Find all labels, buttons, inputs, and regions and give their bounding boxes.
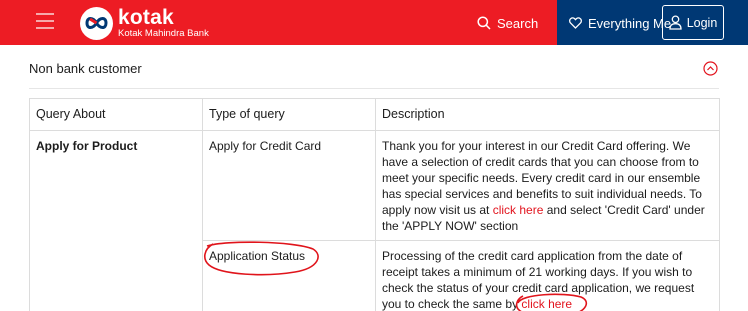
brand-name: kotak bbox=[118, 6, 174, 30]
cell-type: Apply for Credit Card bbox=[202, 130, 376, 241]
collapse-chevron-up-icon[interactable] bbox=[703, 61, 718, 76]
user-icon bbox=[669, 15, 682, 30]
header-type-of-query: Type of query bbox=[202, 98, 376, 131]
cell-type: Application Status bbox=[202, 240, 376, 311]
everything-me-button[interactable]: Everything Me bbox=[569, 13, 671, 33]
search-label: Search bbox=[497, 15, 539, 31]
heart-icon bbox=[569, 17, 582, 29]
table-header-row: Query About Type of query Description bbox=[29, 98, 720, 131]
annotated-application-status: Application Status bbox=[204, 241, 319, 276]
table-row: Apply for Product Apply for Credit Card … bbox=[29, 130, 720, 311]
brand-subtitle: Kotak Mahindra Bank bbox=[118, 28, 209, 40]
type-label: Application Status bbox=[209, 249, 306, 263]
section-title: Non bank customer bbox=[29, 61, 142, 76]
search-button[interactable]: Search bbox=[477, 13, 538, 33]
login-button[interactable]: Login bbox=[662, 5, 724, 40]
annotated-click-here: click here bbox=[516, 293, 588, 311]
section-divider bbox=[29, 88, 719, 89]
apply-click-here-link[interactable]: click here bbox=[493, 203, 544, 217]
hamburger-menu-icon[interactable] bbox=[36, 13, 54, 31]
kotak-infinity-icon bbox=[80, 6, 113, 40]
query-table: Query About Type of query Description Ap… bbox=[29, 98, 720, 311]
header-description: Description bbox=[375, 98, 720, 131]
login-label: Login bbox=[686, 15, 718, 30]
cell-description: Thank you for your interest in our Credi… bbox=[375, 130, 720, 241]
status-click-here-link[interactable]: click here bbox=[521, 297, 572, 311]
kotak-logo[interactable]: kotak Kotak Mahindra Bank bbox=[80, 6, 209, 40]
cell-query-about: Apply for Product bbox=[29, 130, 203, 311]
cell-description: Processing of the credit card applicatio… bbox=[375, 240, 720, 311]
search-icon bbox=[477, 16, 491, 30]
header-query-about: Query About bbox=[29, 98, 203, 131]
everything-me-label: Everything Me bbox=[588, 15, 672, 31]
